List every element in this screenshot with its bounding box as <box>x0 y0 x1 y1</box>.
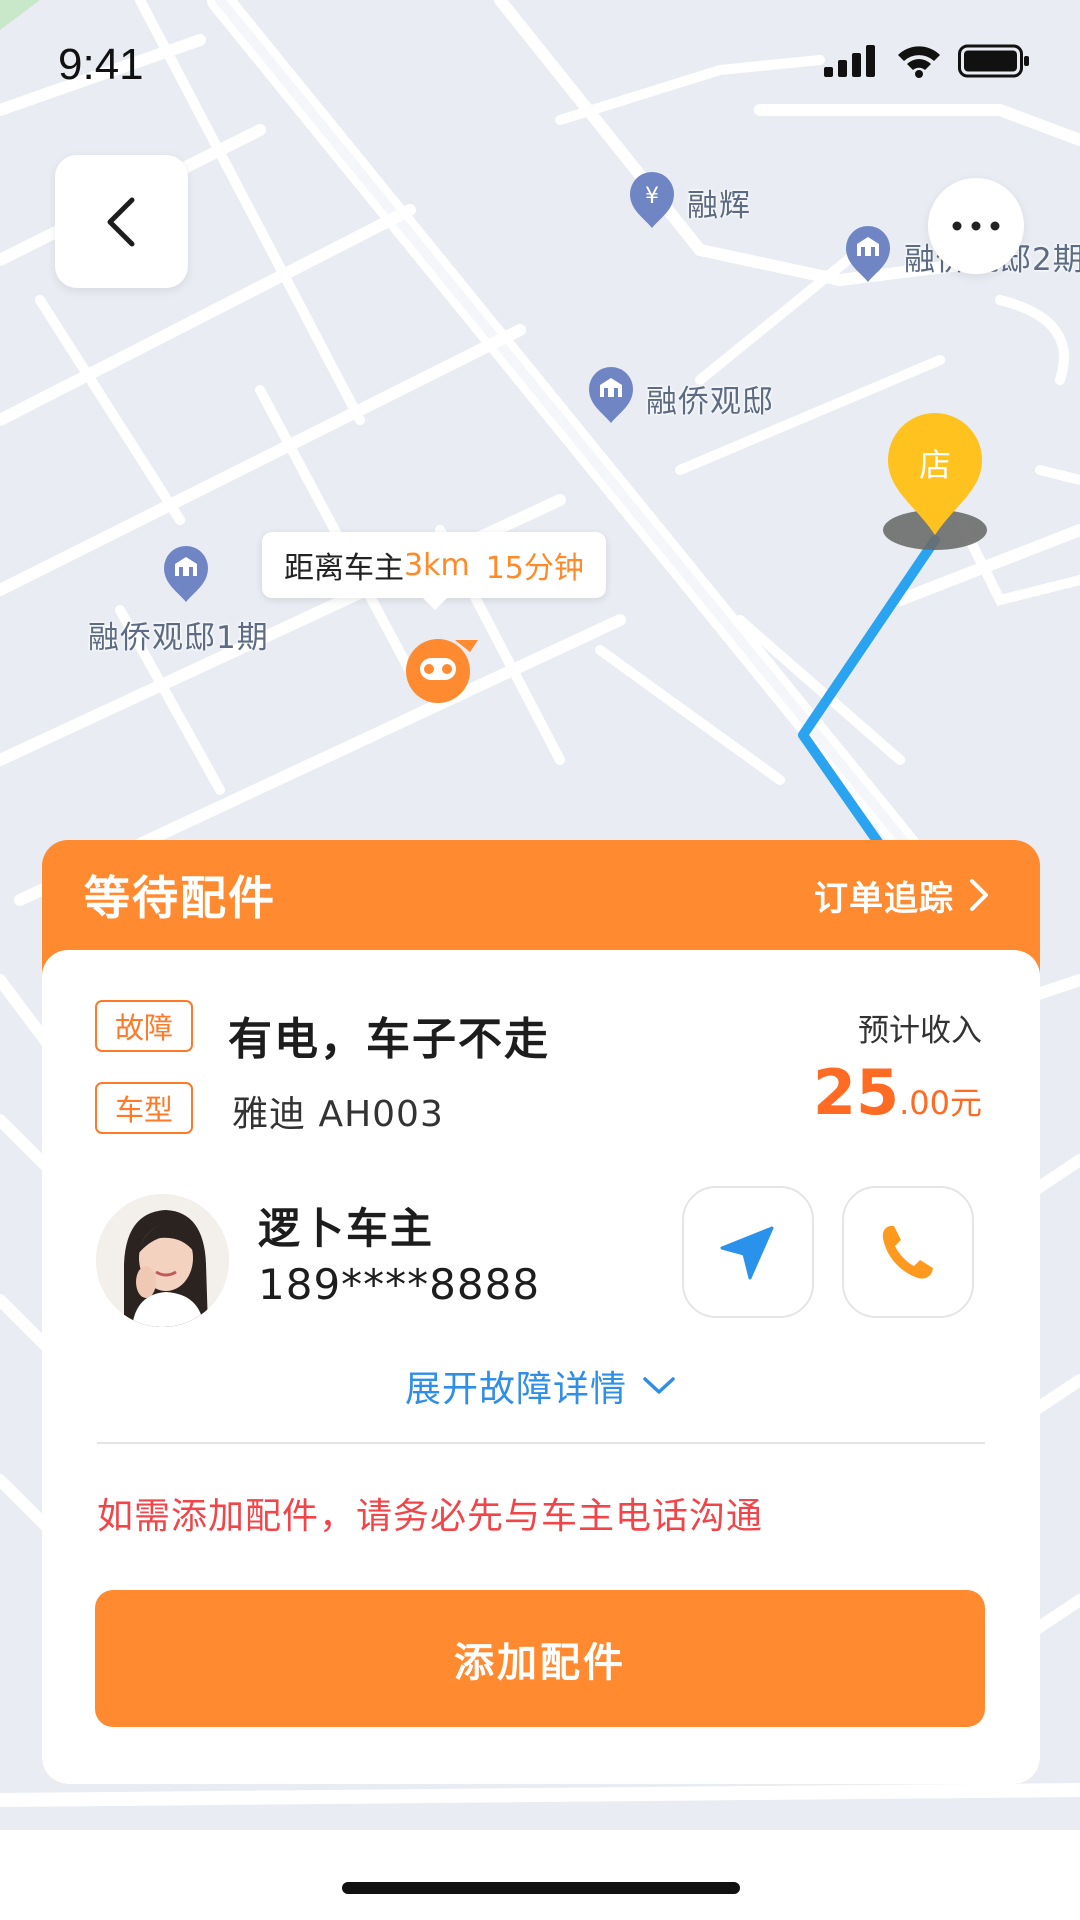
fault-description: 有电，车子不走 <box>228 1014 550 1065</box>
poi-label[interactable]: 融侨观邸1期 <box>88 612 269 657</box>
home-indicator[interactable] <box>342 1882 740 1894</box>
avatar <box>96 1194 229 1327</box>
owner-name: 逻卜车主 <box>258 1204 435 1253</box>
distance-prefix: 距离车主 <box>284 551 404 586</box>
eta-value: 15分钟 <box>485 551 584 586</box>
wifi-icon <box>898 46 940 78</box>
add-part-button[interactable]: 添加配件 <box>95 1590 985 1727</box>
status-bar: 9:41 <box>0 0 1080 132</box>
chevron-left-icon <box>107 197 134 246</box>
chevron-down-icon <box>643 1377 675 1394</box>
order-track-label: 订单追踪 <box>814 878 954 919</box>
status-time: 9:41 <box>58 40 144 89</box>
poi-label[interactable]: 融侨观邸 <box>646 376 774 421</box>
card-header: 等待配件 订单追踪 <box>42 840 1040 950</box>
income-suffix: .00元 <box>899 1084 982 1122</box>
income-label: 预计收入 <box>858 1013 982 1049</box>
income-integer: 25 <box>812 1056 900 1129</box>
building-poi-icon[interactable] <box>842 224 894 284</box>
order-card: 等待配件 订单追踪 故障 有电，车子不走 车型 雅迪 AH003 预计收入 25… <box>42 840 1040 1784</box>
back-button[interactable] <box>55 155 188 288</box>
divider <box>97 1442 985 1444</box>
owner-photo-icon <box>96 1194 229 1327</box>
distance-value: 3km <box>404 547 470 583</box>
building-poi-icon[interactable] <box>160 544 212 604</box>
home-indicator-area <box>0 1830 1080 1920</box>
expand-details-label: 展开故障详情 <box>404 1369 627 1410</box>
chevron-right-icon <box>970 879 988 911</box>
warning-notice: 如需添加配件，请务必先与车主电话沟通 <box>97 1496 764 1537</box>
navigate-button[interactable] <box>682 1186 814 1318</box>
bank-poi-icon[interactable]: ¥ <box>626 170 678 230</box>
fault-tag: 故障 <box>95 1000 193 1052</box>
more-dots-icon <box>952 221 1000 231</box>
svg-text:¥: ¥ <box>645 184 659 209</box>
phone-icon <box>882 1226 933 1279</box>
vehicle-model: 雅迪 AH003 <box>232 1094 444 1135</box>
distance-callout: 距离车主 3km 15分钟 <box>262 532 606 610</box>
more-button[interactable] <box>928 178 1024 274</box>
card-body: 故障 有电，车子不走 车型 雅迪 AH003 预计收入 25.00元 逻卜车主 … <box>42 950 1040 1784</box>
income-value: 25.00元 <box>813 1056 982 1129</box>
owner-phone: 189****8888 <box>258 1260 541 1309</box>
order-track-link[interactable]: 订单追踪 <box>814 871 990 920</box>
battery-icon <box>958 44 1029 78</box>
cellular-signal-icon <box>824 45 875 77</box>
status-icons <box>824 44 1030 78</box>
poi-label[interactable]: 融辉 <box>687 180 751 225</box>
model-tag: 车型 <box>95 1082 193 1134</box>
navigation-arrow-icon <box>720 1226 774 1280</box>
app-screen: ¥ 融辉 融侨观邸2期 融侨观邸 融侨观邸1期 店 距离车主 3km 15分钟 <box>0 0 1080 1920</box>
order-status-title: 等待配件 <box>84 871 276 925</box>
store-marker-label[interactable]: 店 <box>888 440 982 486</box>
expand-details-toggle[interactable]: 展开故障详情 <box>42 1360 1040 1412</box>
call-button[interactable] <box>842 1186 974 1318</box>
building-poi-icon[interactable] <box>585 365 637 425</box>
